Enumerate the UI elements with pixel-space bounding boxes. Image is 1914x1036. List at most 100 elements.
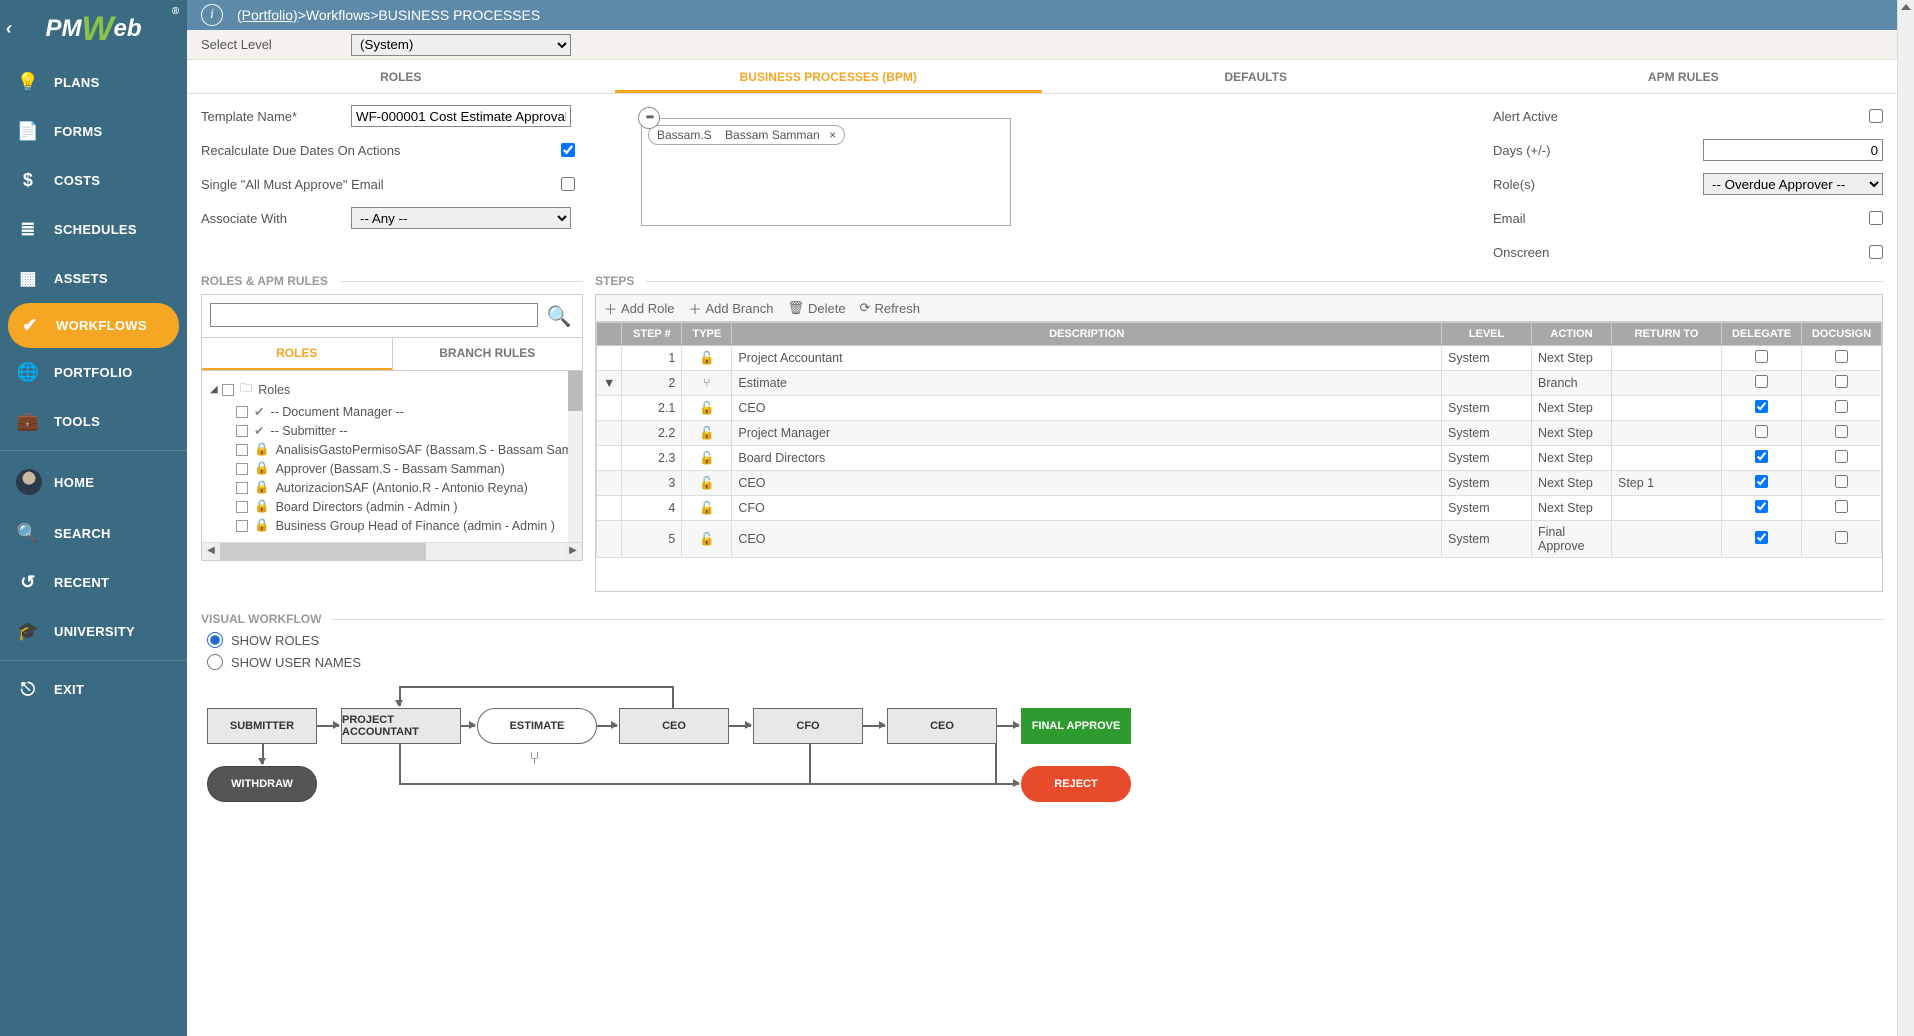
expand-icon[interactable]: ◢ bbox=[210, 384, 218, 395]
onscreen-checkbox[interactable] bbox=[1869, 245, 1883, 259]
alert-active-checkbox[interactable] bbox=[1869, 109, 1883, 123]
recalc-checkbox[interactable] bbox=[561, 143, 575, 157]
delegate-checkbox[interactable] bbox=[1755, 531, 1768, 544]
node-project-accountant[interactable]: PROJECT ACCOUNTANT bbox=[341, 708, 461, 744]
table-row[interactable]: 5🔓CEOSystemFinal Approve bbox=[597, 521, 1882, 558]
breadcrumb-portfolio[interactable]: (Portfolio) bbox=[237, 7, 298, 23]
sidebar-item-portfolio[interactable]: 🌐PORTFOLIO bbox=[0, 348, 187, 397]
table-row[interactable]: 2.2🔓Project ManagerSystemNext Step bbox=[597, 421, 1882, 446]
docusign-checkbox[interactable] bbox=[1835, 375, 1848, 388]
sidebar-item-search[interactable]: 🔍SEARCH bbox=[0, 509, 187, 558]
tab-bpm[interactable]: BUSINESS PROCESSES (BPM) bbox=[615, 60, 1043, 93]
col-return[interactable]: RETURN TO bbox=[1612, 323, 1722, 346]
sidebar-item-costs[interactable]: $COSTS bbox=[0, 156, 187, 205]
select-level-dropdown[interactable]: (System) bbox=[351, 34, 571, 56]
docusign-checkbox[interactable] bbox=[1835, 500, 1848, 513]
delegate-checkbox[interactable] bbox=[1755, 500, 1768, 513]
table-row[interactable]: 2.3🔓Board DirectorsSystemNext Step bbox=[597, 446, 1882, 471]
sidebar-item-forms[interactable]: 📄FORMS bbox=[0, 107, 187, 156]
sidebar-item-recent[interactable]: ↺RECENT bbox=[0, 558, 187, 607]
tree-scrollbar[interactable] bbox=[568, 371, 582, 542]
tree-item[interactable]: 🔒Board Directors (admin - Admin ) bbox=[206, 497, 578, 516]
col-type[interactable]: TYPE bbox=[682, 323, 732, 346]
node-estimate[interactable]: ESTIMATE bbox=[477, 708, 597, 744]
node-submitter[interactable]: SUBMITTER bbox=[207, 708, 317, 744]
delegate-checkbox[interactable] bbox=[1755, 400, 1768, 413]
tree-checkbox[interactable] bbox=[236, 406, 248, 418]
table-row[interactable]: 4🔓CFOSystemNext Step bbox=[597, 496, 1882, 521]
associate-dropdown[interactable]: -- Any -- bbox=[351, 207, 571, 229]
tab-apm-rules[interactable]: APM RULES bbox=[1470, 60, 1898, 93]
docusign-checkbox[interactable] bbox=[1835, 450, 1848, 463]
user-chip[interactable]: Bassam.S Bassam Samman × bbox=[648, 125, 845, 145]
roles-search-button[interactable]: 🔍 bbox=[544, 303, 574, 329]
tree-checkbox[interactable] bbox=[236, 425, 248, 437]
tree-checkbox[interactable] bbox=[236, 463, 248, 475]
delegate-checkbox[interactable] bbox=[1755, 450, 1768, 463]
col-docusign[interactable]: DOCUSIGN bbox=[1802, 323, 1882, 346]
tree-item[interactable]: 🔒AutorizacionSAF (Antonio.R - Antonio Re… bbox=[206, 478, 578, 497]
show-roles-radio[interactable]: SHOW ROLES bbox=[207, 632, 1877, 648]
tree-checkbox[interactable] bbox=[236, 444, 248, 456]
email-checkbox[interactable] bbox=[1869, 211, 1883, 225]
add-role-button[interactable]: ＋Add Role bbox=[604, 299, 675, 318]
subtab-branch-rules[interactable]: BRANCH RULES bbox=[392, 338, 583, 370]
delete-button[interactable]: 🗑Delete bbox=[787, 300, 845, 316]
delegate-checkbox[interactable] bbox=[1755, 425, 1768, 438]
subtab-roles[interactable]: ROLES bbox=[202, 338, 392, 370]
delegate-checkbox[interactable] bbox=[1755, 375, 1768, 388]
tree-item[interactable]: 🔒AnalisisGastoPermisoSAF (Bassam.S - Bas… bbox=[206, 440, 578, 459]
tab-roles[interactable]: ROLES bbox=[187, 60, 615, 93]
sidebar-item-workflows[interactable]: ✔WORKFLOWS bbox=[8, 303, 179, 348]
table-row[interactable]: 3🔓CEOSystemNext StepStep 1 bbox=[597, 471, 1882, 496]
sidebar-item-tools[interactable]: 💼TOOLS bbox=[0, 397, 187, 446]
users-chips-box[interactable]: ••• Bassam.S Bassam Samman × bbox=[641, 118, 1011, 226]
tree-checkbox[interactable] bbox=[236, 482, 248, 494]
show-users-radio[interactable]: SHOW USER NAMES bbox=[207, 654, 1877, 670]
col-delegate[interactable]: DELEGATE bbox=[1722, 323, 1802, 346]
tab-defaults[interactable]: DEFAULTS bbox=[1042, 60, 1470, 93]
tree-item[interactable]: ✔-- Submitter -- bbox=[206, 421, 578, 440]
node-ceo-2[interactable]: CEO bbox=[887, 708, 997, 744]
node-withdraw[interactable]: WITHDRAW bbox=[207, 766, 317, 802]
sidebar-item-exit[interactable]: ⎋EXIT bbox=[0, 665, 187, 714]
table-row[interactable]: 1🔓Project AccountantSystemNext Step bbox=[597, 346, 1882, 371]
node-cfo[interactable]: CFO bbox=[753, 708, 863, 744]
refresh-button[interactable]: ⟳Refresh bbox=[860, 300, 920, 316]
ellipsis-menu-icon[interactable]: ••• bbox=[638, 107, 660, 129]
docusign-checkbox[interactable] bbox=[1835, 531, 1848, 544]
col-step[interactable]: STEP # bbox=[622, 323, 682, 346]
delegate-checkbox[interactable] bbox=[1755, 350, 1768, 363]
tree-checkbox[interactable] bbox=[236, 520, 248, 532]
docusign-checkbox[interactable] bbox=[1835, 350, 1848, 363]
tree-checkbox[interactable] bbox=[236, 501, 248, 513]
sidebar-item-plans[interactable]: 💡PLANS bbox=[0, 58, 187, 107]
hscroll-right[interactable]: ▶ bbox=[564, 543, 582, 560]
tree-item[interactable]: 🔒Business Group Head of Finance (admin -… bbox=[206, 516, 578, 535]
info-icon[interactable]: i bbox=[201, 4, 223, 26]
roles-dropdown[interactable]: -- Overdue Approver -- bbox=[1703, 173, 1883, 195]
add-branch-button[interactable]: ＋Add Branch bbox=[689, 299, 774, 318]
sidebar-item-assets[interactable]: ▦ASSETS bbox=[0, 254, 187, 303]
docusign-checkbox[interactable] bbox=[1835, 400, 1848, 413]
delegate-checkbox[interactable] bbox=[1755, 475, 1768, 488]
roles-search-input[interactable] bbox=[210, 303, 538, 327]
hscroll-track[interactable] bbox=[220, 543, 564, 560]
tree-checkbox[interactable] bbox=[222, 384, 234, 396]
node-ceo-1[interactable]: CEO bbox=[619, 708, 729, 744]
col-level[interactable]: LEVEL bbox=[1442, 323, 1532, 346]
chip-remove-icon[interactable]: × bbox=[829, 128, 836, 142]
col-action[interactable]: ACTION bbox=[1532, 323, 1612, 346]
expand-toggle[interactable]: ▼ bbox=[597, 371, 622, 396]
table-row[interactable]: ▼2⑂EstimateBranch bbox=[597, 371, 1882, 396]
sidebar-item-university[interactable]: 🎓UNIVERSITY bbox=[0, 607, 187, 656]
docusign-checkbox[interactable] bbox=[1835, 475, 1848, 488]
tree-root[interactable]: ◢ 🗀 Roles bbox=[206, 377, 578, 402]
collapse-chevron-icon[interactable]: ‹ bbox=[6, 18, 12, 39]
page-scrollbar[interactable] bbox=[1897, 0, 1914, 1036]
sidebar-item-home[interactable]: HOME bbox=[0, 455, 187, 509]
tree-item[interactable]: 🔒Approver (Bassam.S - Bassam Samman) bbox=[206, 459, 578, 478]
table-row[interactable]: 2.1🔓CEOSystemNext Step bbox=[597, 396, 1882, 421]
single-approve-checkbox[interactable] bbox=[561, 177, 575, 191]
docusign-checkbox[interactable] bbox=[1835, 425, 1848, 438]
